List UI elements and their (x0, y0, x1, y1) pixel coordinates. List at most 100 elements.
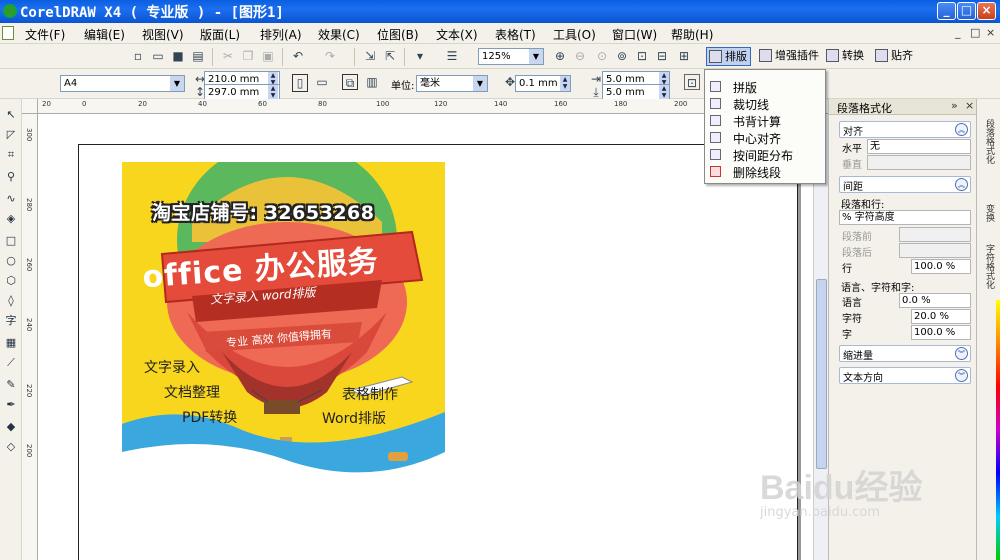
paste-icon[interactable]: ▣ (260, 48, 276, 64)
poster-artwork[interactable]: 淘宝店铺号: 32653268 office 办公服务 文字录入 word排版 … (122, 162, 445, 487)
expand-icon[interactable]: ︾ (955, 347, 968, 360)
menu-item-delete-segments[interactable]: 删除线段 (705, 163, 825, 180)
text-tool-icon[interactable]: 字 (3, 313, 19, 329)
ellipse-tool-icon[interactable]: ○ (3, 253, 19, 269)
menu-tools[interactable]: 工具(O) (553, 26, 596, 43)
polygon-tool-icon[interactable]: ⬡ (3, 273, 19, 289)
chevron-down-icon[interactable]: ▼ (170, 76, 184, 91)
plugin-imposition-button[interactable]: 排版 (706, 47, 751, 66)
document-icon[interactable] (2, 26, 14, 40)
pick-tool-icon[interactable]: ↖ (3, 107, 19, 123)
menu-help[interactable]: 帮助(H) (671, 26, 713, 43)
table-tool-icon[interactable]: ▦ (3, 335, 19, 351)
ruler-corner[interactable] (22, 99, 38, 114)
plugin-snap-button[interactable]: 贴齐 (873, 47, 916, 66)
current-page-icon[interactable]: ▥ (364, 74, 380, 90)
shape-tool-icon[interactable]: ◸ (3, 127, 19, 143)
zoom-selected-icon[interactable]: ⊙ (594, 48, 610, 64)
scrollbar-thumb[interactable] (816, 279, 827, 469)
minimize-button[interactable]: _ (937, 2, 956, 20)
menu-item-imposition[interactable]: 拼版 (705, 78, 825, 95)
docker-close-icon[interactable]: × (965, 99, 974, 112)
menu-layout[interactable]: 版面(L) (200, 26, 240, 43)
freehand-tool-icon[interactable]: ∿ (3, 191, 19, 207)
dup-y-spinner[interactable]: ▲ ▼ (659, 85, 669, 100)
menu-item-crop-marks[interactable]: 裁切线 (705, 95, 825, 112)
doc-restore-button[interactable]: □ (970, 26, 980, 39)
unit-combo[interactable]: 毫米 ▼ (416, 75, 488, 92)
zoom-tool-icon[interactable]: ⚲ (3, 169, 19, 185)
line-spacing-field[interactable]: 100.0 % (911, 259, 971, 274)
menu-effects[interactable]: 效果(C) (318, 26, 360, 43)
menu-file[interactable]: 文件(F) (25, 26, 65, 43)
outline-tool-icon[interactable]: ✒ (3, 397, 19, 413)
chevron-down-icon[interactable]: ▼ (529, 49, 543, 64)
welcome-screen-icon[interactable]: ☰ (444, 48, 460, 64)
character-spacing-field[interactable]: 20.0 % (911, 309, 971, 324)
collapse-icon[interactable]: ︽ (955, 178, 968, 191)
tab-character-format[interactable]: 字符格式化 (980, 244, 996, 289)
nudge-spinner[interactable]: ▲ ▼ (560, 76, 570, 91)
vertical-ruler[interactable]: 300 280 260 240 220 200 (22, 114, 38, 560)
word-spacing-field[interactable]: 100.0 % (911, 325, 971, 340)
open-icon[interactable]: ▭ (150, 48, 166, 64)
print-icon[interactable]: ▤ (190, 48, 206, 64)
undo-icon[interactable]: ↶ (290, 48, 306, 64)
zoom-page-icon[interactable]: ⊡ (634, 48, 650, 64)
section-spacing[interactable]: 间距 ︽ (839, 176, 971, 193)
chevron-down-icon[interactable]: ▼ (473, 76, 487, 91)
portrait-icon[interactable]: ▯ (292, 74, 308, 92)
interactive-fill-tool-icon[interactable]: ◇ (3, 439, 19, 455)
copy-icon[interactable]: ❐ (240, 48, 256, 64)
cut-icon[interactable]: ✂ (220, 48, 236, 64)
section-text-direction[interactable]: 文本方向 ︾ (839, 367, 971, 384)
menu-view[interactable]: 视图(V) (142, 26, 184, 43)
export-icon[interactable]: ⇱ (382, 48, 398, 64)
tab-transform[interactable]: 变换 (980, 204, 996, 222)
section-indent[interactable]: 缩进量 ︾ (839, 345, 971, 362)
page-size-combo[interactable]: A4 ▼ (60, 75, 185, 92)
doc-minimize-button[interactable]: _ (955, 26, 961, 39)
all-pages-icon[interactable]: ⧉ (342, 74, 358, 90)
menu-arrange[interactable]: 排列(A) (260, 26, 302, 43)
save-icon[interactable]: ■ (170, 48, 186, 64)
doc-close-button[interactable]: × (986, 26, 995, 39)
plugin-enhance-button[interactable]: 增强插件 (757, 47, 822, 66)
zoom-combo[interactable]: 125% ▼ (478, 48, 544, 65)
menu-item-spine-calc[interactable]: 书背计算 (705, 112, 825, 129)
menu-table[interactable]: 表格(T) (495, 26, 536, 43)
plugin-convert-button[interactable]: 转换 (824, 47, 867, 66)
menu-edit[interactable]: 编辑(E) (84, 26, 125, 43)
zoom-width-icon[interactable]: ⊟ (654, 48, 670, 64)
menu-bitmaps[interactable]: 位图(B) (377, 26, 419, 43)
eyedropper-tool-icon[interactable]: ✎ (3, 377, 19, 393)
language-spacing-field[interactable]: 0.0 % (899, 293, 971, 308)
menu-item-distribute[interactable]: 按间距分布 (705, 146, 825, 163)
application-launcher-icon[interactable]: ▾ (412, 48, 428, 64)
menu-text[interactable]: 文本(X) (436, 26, 478, 43)
menu-window[interactable]: 窗口(W) (612, 26, 657, 43)
docker-expand-icon[interactable]: » (951, 99, 958, 112)
import-icon[interactable]: ⇲ (362, 48, 378, 64)
zoom-all-icon[interactable]: ⊚ (614, 48, 630, 64)
smart-fill-tool-icon[interactable]: ◈ (3, 211, 19, 227)
zoom-in-icon[interactable]: ⊕ (552, 48, 568, 64)
dimension-tool-icon[interactable]: ⟋ (3, 355, 19, 371)
section-alignment[interactable]: 对齐 ︽ (839, 121, 971, 138)
landscape-icon[interactable]: ▭ (314, 74, 330, 90)
spacing-mode-select[interactable]: % 字符高度 (839, 210, 971, 225)
horizontal-align-select[interactable]: 无 (867, 139, 971, 154)
basic-shapes-tool-icon[interactable]: ◊ (3, 293, 19, 309)
redo-icon[interactable]: ↷ (322, 48, 338, 64)
fill-tool-icon[interactable]: ◆ (3, 419, 19, 435)
height-spinner[interactable]: ▲ ▼ (268, 85, 278, 100)
color-palette[interactable] (996, 300, 1000, 560)
menu-item-center-align[interactable]: 中心对齐 (705, 129, 825, 146)
zoom-out-icon[interactable]: ⊖ (572, 48, 588, 64)
close-button[interactable]: × (977, 2, 996, 20)
expand-icon[interactable]: ︾ (955, 369, 968, 382)
new-icon[interactable]: ▫ (130, 48, 146, 64)
tab-paragraph-format[interactable]: 段落格式化 (980, 119, 996, 164)
rectangle-tool-icon[interactable]: □ (3, 233, 19, 249)
collapse-icon[interactable]: ︽ (955, 123, 968, 136)
